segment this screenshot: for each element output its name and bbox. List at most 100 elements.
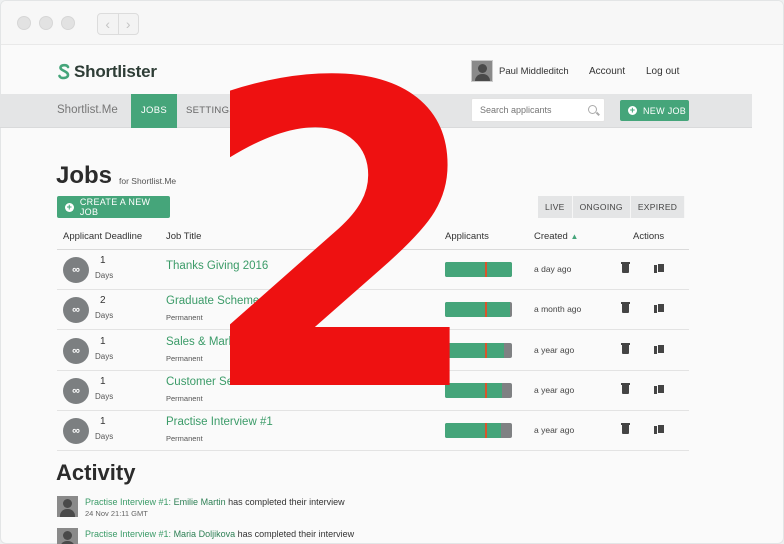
trash-icon[interactable] [621, 383, 630, 394]
duplicate-icon[interactable] [654, 303, 665, 313]
deadline-infinity-icon: ∞ [63, 378, 89, 404]
app-brand-name: Shortlister [74, 62, 157, 81]
create-job-button[interactable]: + CREATE A NEW JOB [57, 196, 170, 218]
back-arrow-icon[interactable]: ‹ [98, 14, 118, 34]
applicants-progress-marker [485, 423, 487, 438]
user-name[interactable]: Paul Middleditch [499, 66, 569, 77]
duplicate-icon[interactable] [654, 263, 665, 273]
trash-icon[interactable] [621, 262, 630, 273]
overlay-number-2: 2 [230, 40, 450, 410]
create-job-label: CREATE A NEW JOB [79, 197, 151, 217]
applicants-progress-bar[interactable] [445, 343, 512, 358]
filter-expired[interactable]: EXPIRED [630, 196, 686, 218]
applicants-progress-bar[interactable] [445, 262, 512, 277]
applicants-progress-marker [485, 262, 487, 277]
created-date: a year ago [534, 385, 575, 395]
applicants-progress-fill [445, 383, 502, 398]
applicants-progress-fill [445, 302, 510, 317]
activity-message: has completed their interview [237, 529, 355, 539]
deadline-infinity-icon: ∞ [63, 297, 89, 323]
deadline-days-label: Days [95, 352, 114, 361]
window-close-dot[interactable] [17, 16, 31, 30]
applicants-progress-marker [485, 383, 487, 398]
overlay-number-text: 2 [230, 40, 450, 410]
activity-text: Practise Interview #1: Maria Doljikova h… [85, 529, 354, 539]
window-minimize-dot[interactable] [39, 16, 53, 30]
job-type: Permanent [166, 434, 203, 443]
column-header-title: Job Title [166, 231, 202, 242]
created-date: a month ago [534, 304, 582, 314]
window-zoom-dot[interactable] [61, 16, 75, 30]
column-header-created[interactable]: Created ▲ [534, 231, 578, 242]
activity-text: Practise Interview #1: Emilie Martin has… [85, 497, 345, 507]
applicants-progress-bar[interactable] [445, 302, 512, 317]
table-row: ∞ 1 Days Practise Interview #1 Permanent a ye… [57, 411, 689, 451]
activity-message: has completed their interview [228, 497, 345, 507]
activity-person-link[interactable]: Emilie Martin [174, 497, 226, 507]
plus-icon: + [65, 201, 74, 212]
created-date: a year ago [534, 345, 575, 355]
search-box [471, 98, 605, 122]
duplicate-icon[interactable] [654, 344, 665, 354]
deadline-days-label: Days [95, 432, 114, 441]
activity-person-link[interactable]: Maria Doljikova [174, 529, 236, 539]
avatar [57, 496, 78, 517]
filter-ongoing[interactable]: ONGOING [572, 196, 631, 218]
deadline-days-number: 2 [100, 295, 106, 306]
deadline-days-label: Days [95, 392, 114, 401]
user-menu[interactable]: Paul Middleditch [471, 60, 569, 82]
avatar[interactable] [471, 60, 493, 82]
activity-job-link[interactable]: Practise Interview #1: [85, 497, 171, 507]
browser-chrome: ‹ › [1, 1, 783, 45]
search-icon[interactable] [588, 105, 597, 114]
app-logo[interactable]: Shortlister [57, 62, 157, 82]
applicants-progress-bar[interactable] [445, 383, 512, 398]
deadline-days-number: 1 [100, 255, 106, 266]
trash-icon[interactable] [621, 423, 630, 434]
job-title-link[interactable]: Practise Interview #1 [166, 416, 273, 428]
deadline-days-number: 1 [100, 376, 106, 387]
search-input[interactable] [472, 99, 582, 121]
deadline-days-label: Days [95, 311, 114, 320]
column-header-applicants: Applicants [445, 231, 489, 242]
deadline-infinity-icon: ∞ [63, 338, 89, 364]
trash-icon[interactable] [621, 343, 630, 354]
logout-link[interactable]: Log out [646, 66, 679, 77]
job-type: Permanent [166, 313, 203, 322]
applicants-progress-fill [445, 343, 504, 358]
created-date: a day ago [534, 264, 572, 274]
applicants-progress-fill [445, 262, 512, 277]
deadline-days-label: Days [95, 271, 114, 280]
applicants-progress-marker [485, 302, 487, 317]
created-date: a year ago [534, 425, 575, 435]
activity-job-link[interactable]: Practise Interview #1: [85, 529, 171, 539]
sort-asc-icon[interactable]: ▲ [570, 232, 578, 241]
avatar [57, 528, 78, 544]
activity-timestamp: 24 Nov 21:11 GMT [85, 509, 148, 518]
filter-live[interactable]: LIVE [538, 196, 573, 218]
nav-brand[interactable]: Shortlist.Me [57, 104, 118, 116]
account-link[interactable]: Account [589, 66, 625, 77]
trash-icon[interactable] [621, 302, 630, 313]
job-filter-group: LIVE ONGOING EXPIRED [538, 196, 686, 218]
job-type: Permanent [166, 354, 203, 363]
duplicate-icon[interactable] [654, 424, 665, 434]
job-type: Permanent [166, 394, 203, 403]
logo-mark-icon [58, 63, 70, 80]
duplicate-icon[interactable] [654, 384, 665, 394]
tab-jobs[interactable]: JOBS [131, 94, 178, 128]
forward-arrow-icon[interactable]: › [117, 14, 139, 34]
created-header-label: Created [534, 231, 568, 242]
page-title: Jobs [56, 162, 113, 189]
column-header-deadline: Applicant Deadline [63, 231, 143, 242]
new-job-label: NEW JOB [643, 105, 687, 116]
applicants-progress-fill [445, 423, 502, 438]
activity-title: Activity [56, 460, 136, 485]
applicants-progress-marker [485, 343, 487, 358]
plus-icon: + [628, 105, 637, 115]
page-subtitle: for Shortlist.Me [119, 176, 177, 186]
deadline-infinity-icon: ∞ [63, 257, 89, 283]
new-job-button[interactable]: + NEW JOB [620, 100, 689, 121]
applicants-progress-bar[interactable] [445, 423, 512, 438]
column-header-actions: Actions [633, 231, 665, 242]
